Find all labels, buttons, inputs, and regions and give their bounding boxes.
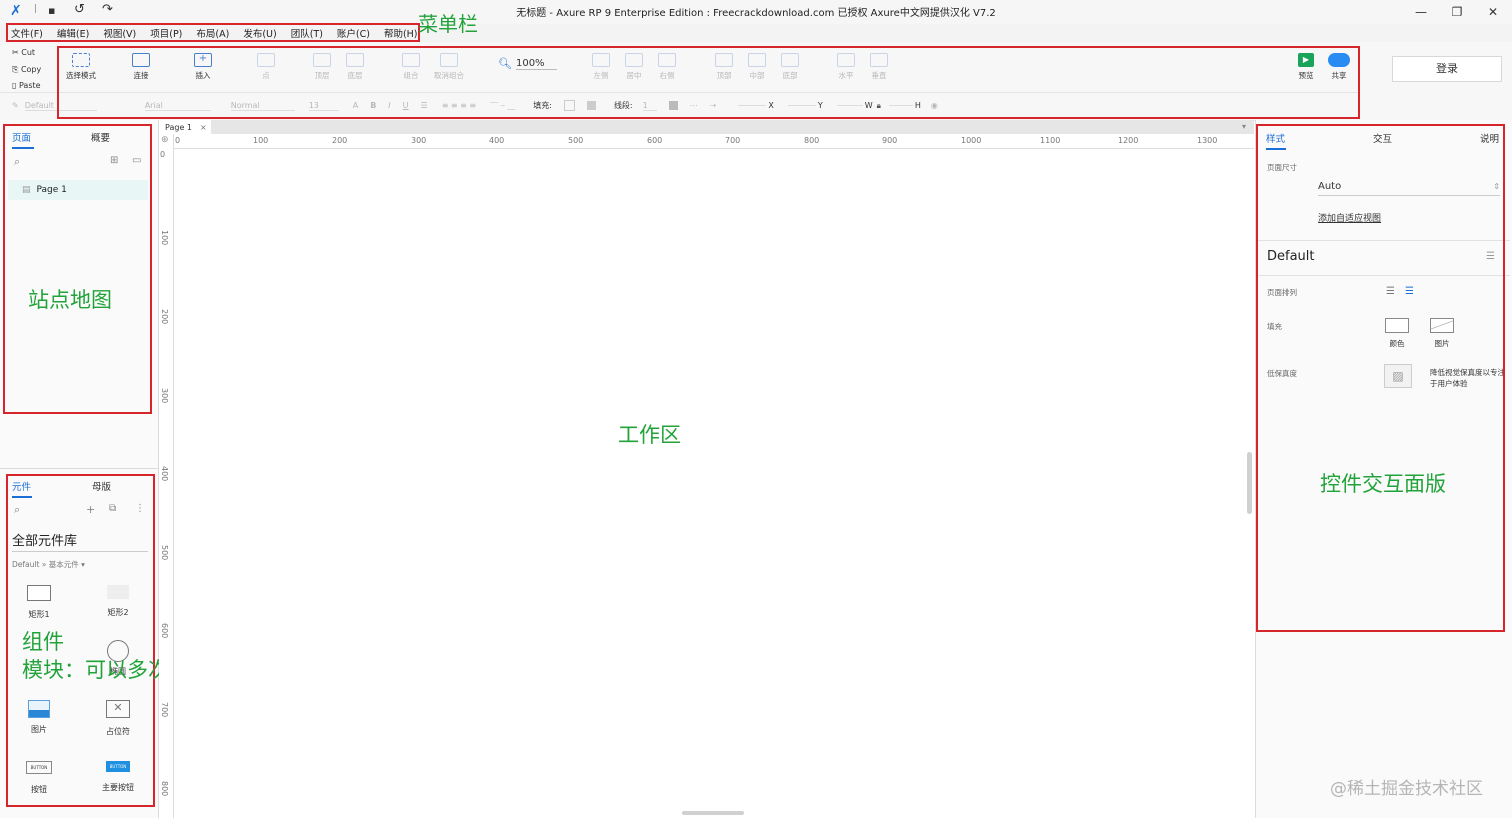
ruler-h-label: 100 (253, 136, 269, 145)
panel-divider (0, 468, 158, 469)
clipboard-group: ✂ Cut ⎘ Copy ▯ Paste (12, 45, 41, 95)
sitemap-annotation: 站点地图 (28, 288, 112, 312)
copy-button[interactable]: ⎘ Copy (12, 62, 41, 79)
menubar-annotation: 菜单栏 (418, 12, 478, 36)
ruler-v-label: 600 (160, 623, 169, 639)
ruler-origin-icon: ⊕ (161, 135, 169, 145)
ruler-h-label: 700 (725, 136, 741, 145)
toolbar-highlight-box (57, 46, 1360, 119)
scissors-icon: ✂ (12, 48, 19, 57)
copy-label: Copy (20, 64, 42, 74)
ruler-h-label: 800 (804, 136, 820, 145)
inspector-highlight-box (1256, 124, 1505, 632)
canvas-workspace[interactable] (174, 149, 1247, 818)
tab-close-icon[interactable]: × (200, 123, 207, 132)
menubar-highlight-box (6, 23, 420, 42)
ruler-v-label: 300 (160, 388, 169, 404)
ruler-h-label: 900 (882, 136, 898, 145)
ruler-v-label: 200 (160, 309, 169, 325)
paste-icon: ▯ (12, 81, 17, 90)
cut-label: Cut (21, 48, 36, 57)
ruler-h-label: 500 (568, 136, 584, 145)
ruler-h-label: 0 (175, 136, 181, 145)
canvas-tab-strip (159, 120, 1254, 134)
ruler-v-label: 500 (160, 545, 169, 561)
copy-icon: ⎘ (12, 64, 19, 74)
workspace-annotation: 工作区 (618, 423, 681, 447)
ruler-h-label: 400 (489, 136, 505, 145)
title-bar: ✗ | ▪ ↺ ↷ 无标题 - Axure RP 9 Enterprise Ed… (0, 0, 1512, 24)
login-button[interactable]: 登录 (1392, 56, 1502, 82)
tab-menu-chevron-icon[interactable]: ▾ (1242, 122, 1246, 131)
ruler-h-label: 1200 (1118, 136, 1139, 145)
component-annotation: 组件 (22, 630, 64, 654)
horizontal-ruler (159, 134, 1254, 149)
canvas-tab-label: Page 1 (165, 122, 192, 132)
close-button[interactable]: ✕ (1478, 3, 1508, 21)
inspector-annotation: 控件交互面版 (1320, 472, 1446, 496)
vertical-scrollbar[interactable] (1247, 452, 1252, 514)
ruler-v-label: 400 (160, 466, 169, 482)
ruler-h-label: 200 (332, 136, 348, 145)
watermark-text: @稀土掘金技术社区 (1330, 779, 1483, 799)
style-brush-icon: ✎ (12, 101, 19, 110)
ruler-v-label: 800 (160, 781, 169, 797)
ruler-h-label: 1000 (961, 136, 982, 145)
maximize-button[interactable]: ❐ (1442, 3, 1472, 21)
ruler-h-label: 1300 (1197, 136, 1218, 145)
ruler-v-label: 0 (160, 150, 166, 159)
pages-highlight-box (3, 124, 152, 414)
ruler-v-label: 100 (160, 230, 169, 246)
paste-label: Paste (18, 81, 41, 90)
ruler-h-label: 600 (647, 136, 663, 145)
horizontal-scrollbar[interactable] (682, 811, 744, 815)
minimize-button[interactable]: — (1406, 3, 1436, 21)
ruler-v-label: 700 (160, 702, 169, 718)
cut-button[interactable]: ✂ Cut (12, 45, 41, 62)
ruler-h-label: 1100 (1040, 136, 1061, 145)
canvas-tab-page-1[interactable]: Page 1 × (159, 120, 211, 134)
window-title: 无标题 - Axure RP 9 Enterprise Edition : Fr… (516, 8, 996, 19)
ruler-h-label: 300 (411, 136, 427, 145)
